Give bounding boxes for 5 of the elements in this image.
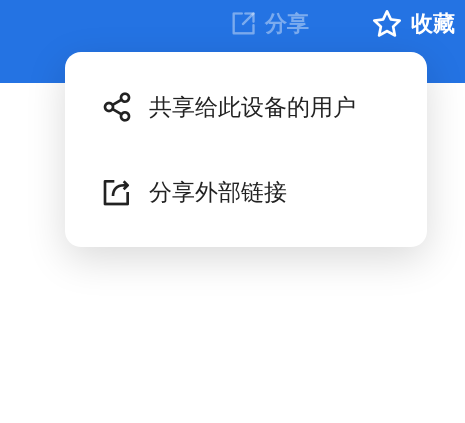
menu-item[interactable]: 共享给此设备的用户 <box>65 65 427 150</box>
star-icon <box>371 8 403 40</box>
favorite-button[interactable]: 收藏 <box>371 7 455 40</box>
share-icon <box>101 91 133 124</box>
menu-item[interactable]: 分享外部链接 <box>65 150 427 234</box>
